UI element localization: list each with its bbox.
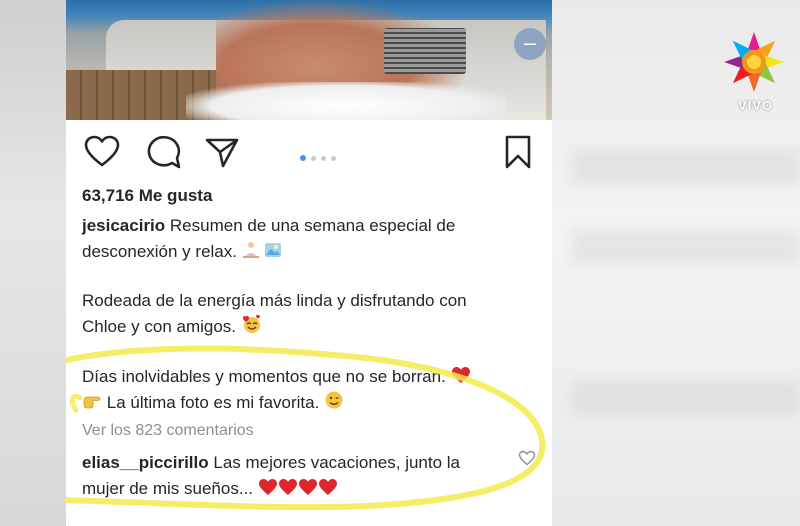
heart-icon[interactable] bbox=[84, 134, 120, 170]
wink-emoji-icon bbox=[325, 391, 343, 409]
share-icon[interactable] bbox=[204, 134, 240, 170]
meditation-emoji-icon bbox=[242, 242, 259, 258]
caption-text: Resumen de una semana especial de bbox=[169, 216, 456, 235]
comment: elias__piccirillo Las mejores vacaciones… bbox=[82, 450, 522, 502]
photo-vent bbox=[384, 28, 466, 74]
caption-text: Chloe y con amigos. bbox=[82, 317, 237, 336]
comment-username[interactable]: elias__piccirillo bbox=[82, 453, 209, 472]
post-photo[interactable]: – bbox=[66, 0, 552, 120]
caption-paragraph-3: Días inolvidables y momentos que no se b… bbox=[82, 364, 542, 416]
bookmark-icon[interactable] bbox=[500, 134, 536, 170]
live-label: VIVO bbox=[738, 98, 774, 113]
post-actions bbox=[84, 134, 534, 170]
caption-text: Rodeada de la energía más linda y disfru… bbox=[82, 291, 467, 310]
minus-icon[interactable]: – bbox=[514, 28, 546, 60]
caption-text: Días inolvidables y momentos que no se b… bbox=[82, 367, 446, 386]
instagram-post: – 63,716 Me gusta jesicacirio Resumen de… bbox=[66, 0, 552, 526]
hearts-face-emoji-icon bbox=[242, 315, 260, 333]
carousel-dot bbox=[331, 156, 336, 161]
caption-text: La última foto es mi favorita. bbox=[106, 393, 320, 412]
carousel-dot bbox=[321, 156, 326, 161]
comment-text: mujer de mis sueños... bbox=[82, 479, 254, 498]
carousel-dot bbox=[311, 156, 316, 161]
caption-username[interactable]: jesicacirio bbox=[82, 216, 165, 235]
channel-logo bbox=[724, 32, 784, 92]
pointing-hand-emoji-icon bbox=[83, 396, 101, 409]
likes-count[interactable]: 63,716 Me gusta bbox=[82, 186, 212, 206]
photo-towel bbox=[186, 82, 506, 120]
comment-icon[interactable] bbox=[146, 134, 182, 170]
view-comments-link[interactable]: Ver los 823 comentarios bbox=[82, 422, 254, 440]
carousel-dots bbox=[300, 148, 341, 161]
background-left bbox=[0, 0, 66, 526]
red-heart-emoji-icon bbox=[451, 367, 470, 383]
background-smear bbox=[572, 150, 800, 184]
carousel-dot-active bbox=[300, 155, 306, 161]
caption-text: desconexión y relax. bbox=[82, 242, 237, 261]
comment-text: Las mejores vacaciones, junto la bbox=[213, 453, 461, 472]
picture-emoji-icon bbox=[265, 243, 282, 257]
background-smear bbox=[572, 230, 800, 264]
caption-paragraph-1: jesicacirio Resumen de una semana especi… bbox=[82, 213, 542, 265]
caption-paragraph-2: Rodeada de la energía más linda y disfru… bbox=[82, 288, 542, 340]
comment-like-heart-icon[interactable] bbox=[518, 450, 536, 466]
four-hearts-emoji-icon bbox=[258, 479, 337, 495]
background-smear bbox=[572, 380, 800, 414]
